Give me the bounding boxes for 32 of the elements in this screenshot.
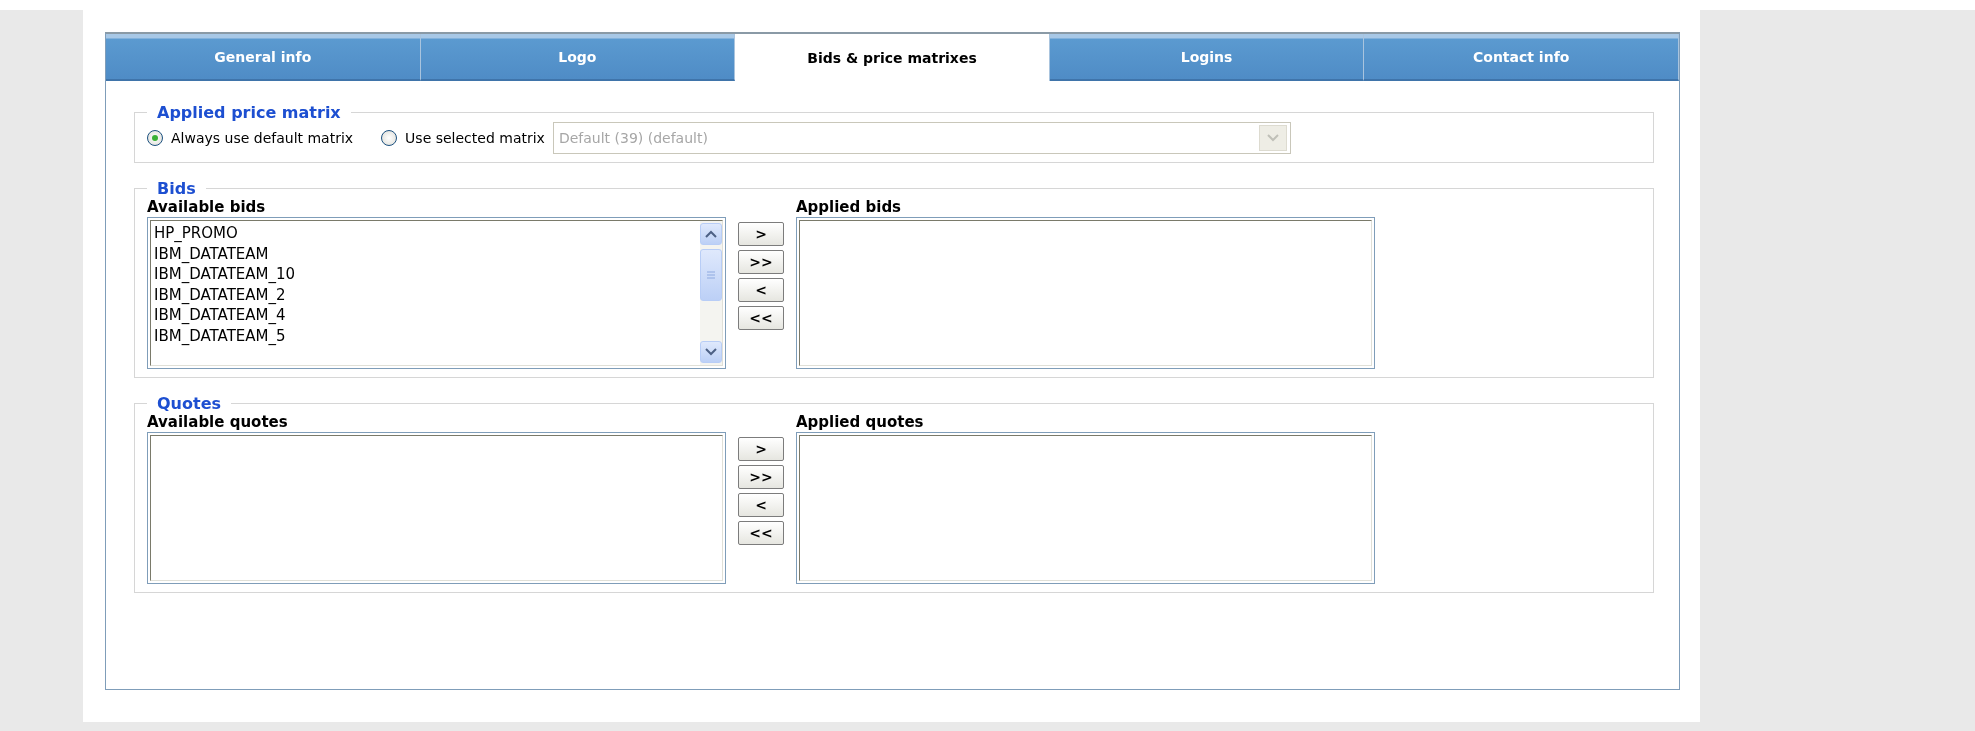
list-item[interactable]: IBM_DATATEAM_4 — [154, 305, 697, 326]
radio-icon[interactable] — [147, 130, 163, 146]
move-button[interactable]: > — [738, 437, 784, 461]
scroll-thumb[interactable] — [700, 249, 722, 301]
available-list[interactable] — [147, 432, 726, 584]
list-label: Available quotes — [147, 413, 289, 431]
radio-option[interactable]: Always use default matrix — [147, 130, 354, 146]
scroll-up-icon[interactable] — [700, 223, 722, 245]
list-label: Available bids — [147, 198, 267, 216]
list-item[interactable]: IBM_DATATEAM — [154, 243, 697, 264]
available-list[interactable]: HP_PROMO IBM_DATATEAM IBM_DATATEAM_10 IBM_DATATEAM_2 IBM_DATATEAM_4 IBM_DATATEAM_5 — [147, 217, 726, 369]
scroll-down-icon[interactable] — [700, 341, 722, 363]
move-button[interactable]: >> — [738, 465, 784, 489]
radio-option[interactable]: Use selected matrix — [381, 130, 545, 146]
list-item[interactable]: IBM_DATATEAM_5 — [154, 325, 697, 346]
move-button[interactable]: < — [738, 278, 784, 302]
list-item[interactable]: IBM_DATATEAM_2 — [154, 284, 697, 305]
move-button[interactable]: << — [738, 521, 784, 545]
list-item[interactable]: IBM_DATATEAM_10 — [154, 264, 697, 285]
list-label: Applied quotes — [796, 413, 925, 431]
move-button[interactable]: > — [738, 222, 784, 246]
radio-icon[interactable] — [381, 130, 398, 146]
section-title: Quotes — [156, 394, 222, 413]
applied-list[interactable] — [796, 432, 1375, 584]
move-button[interactable]: << — [738, 306, 784, 330]
list-label: Applied bids — [796, 198, 903, 216]
section-title: Bids — [156, 179, 197, 198]
list-item[interactable]: HP_PROMO — [154, 223, 697, 244]
move-button[interactable]: >> — [738, 250, 784, 274]
move-button[interactable]: < — [738, 493, 784, 517]
section-title: Applied price matrix — [156, 103, 342, 122]
applied-list[interactable] — [796, 217, 1375, 369]
